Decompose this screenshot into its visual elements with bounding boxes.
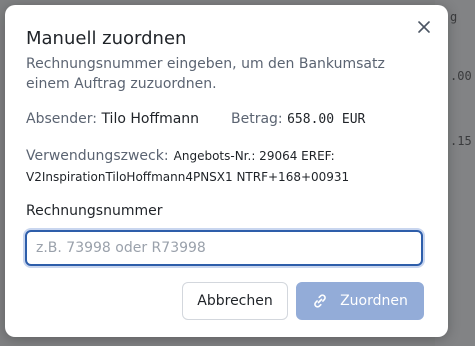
dialog-description: Rechnungsnummer eingeben, um den Bankums…: [26, 56, 385, 92]
assign-button[interactable]: Zuordnen: [296, 282, 424, 320]
assign-dialog: Manuell zuordnen Rechnungsnummer eingebe…: [5, 5, 448, 337]
sender-value: Tilo Hoffmann: [101, 111, 200, 127]
invoice-number-input[interactable]: [25, 230, 423, 266]
dialog-title: Manuell zuordnen: [26, 28, 187, 49]
amount-value: 658.00 EUR: [287, 112, 366, 127]
sender-label: Absender:: [26, 111, 97, 127]
sender-info: Absender: Tilo Hoffmann: [26, 111, 199, 127]
purpose-label: Verwendungszweck:: [26, 148, 169, 164]
cancel-button-label: Abbrechen: [197, 293, 273, 309]
purpose-info: Verwendungszweck: Angebots-Nr.: 29064 ER…: [26, 145, 436, 187]
background-text: .00: [450, 69, 472, 83]
invoice-number-label: Rechnungsnummer: [26, 203, 163, 219]
amount-label: Betrag:: [231, 111, 283, 127]
cancel-button[interactable]: Abbrechen: [182, 282, 288, 320]
assign-button-label: Zuordnen: [340, 293, 408, 309]
link-icon: [312, 293, 328, 309]
close-icon[interactable]: [417, 20, 431, 34]
amount-info: Betrag: 658.00 EUR: [231, 111, 365, 127]
background-text: g: [450, 10, 458, 24]
background-text: .15: [450, 134, 472, 148]
close-icon[interactable]: [414, 19, 434, 39]
